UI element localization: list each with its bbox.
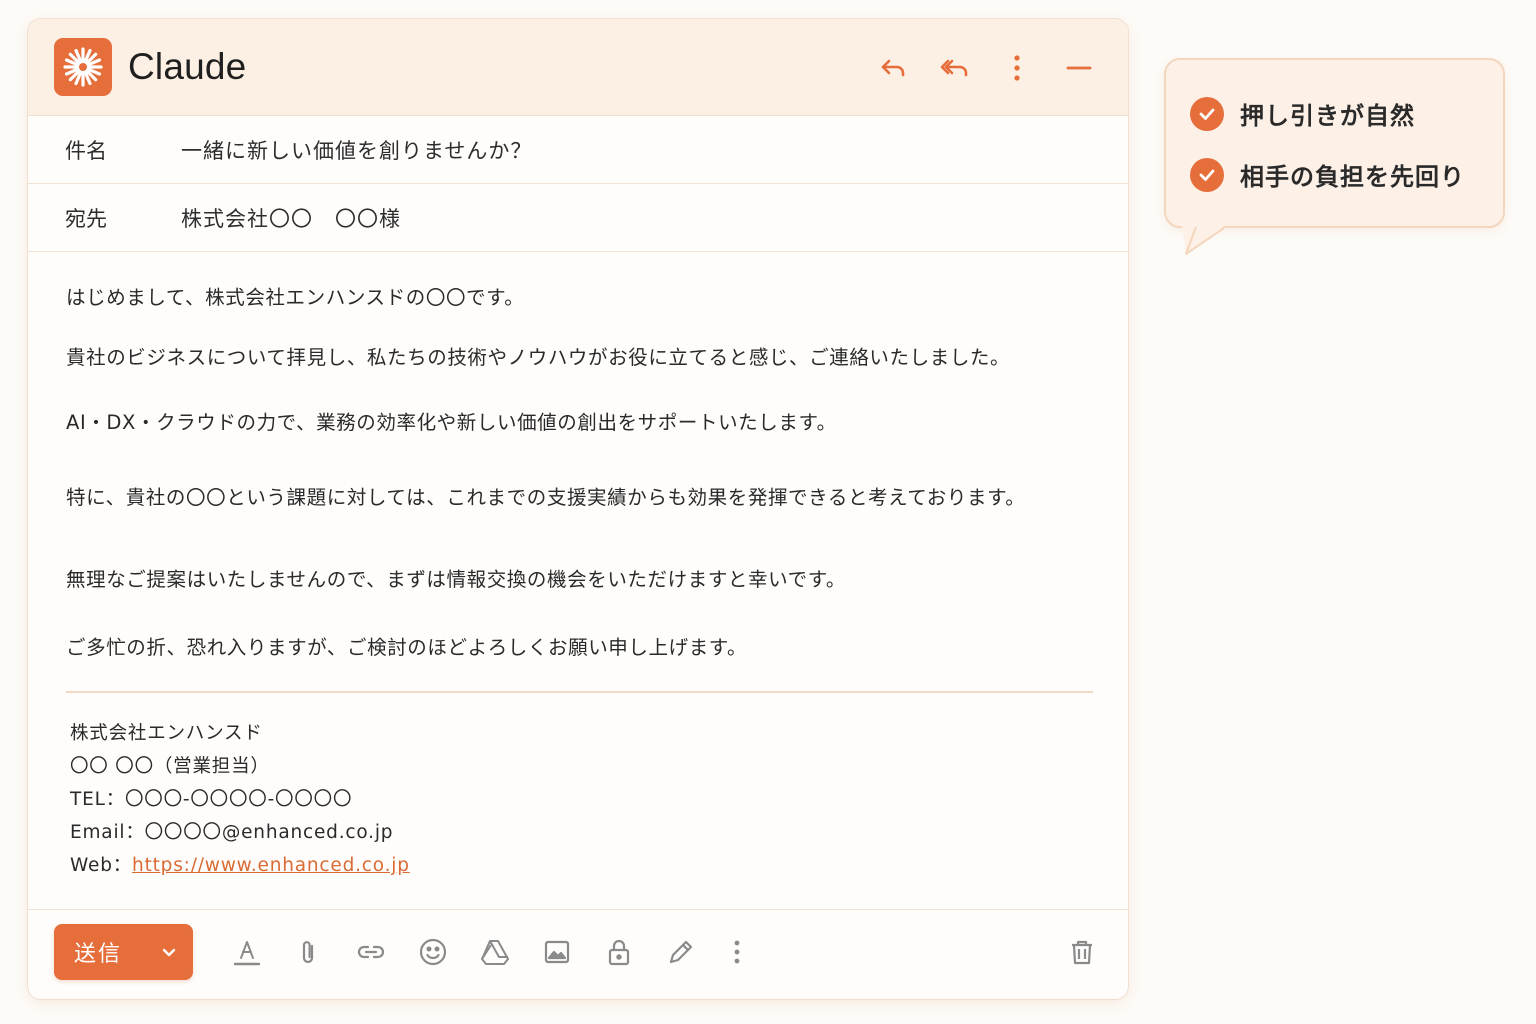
body-line: AI・DX・クラウドの力で、業務の効率化や新しい価値の創出をサポートいたします。: [66, 411, 837, 434]
attachment-icon[interactable]: [291, 934, 327, 970]
more-vertical-icon[interactable]: [998, 49, 1036, 87]
callout-tail: [1182, 226, 1225, 255]
compose-toolbar: 送信: [28, 909, 1128, 999]
subject-label: 件名: [65, 138, 107, 163]
signature-divider: [66, 691, 1093, 693]
signature-tel: TEL：〇〇〇-〇〇〇〇-〇〇〇〇: [70, 789, 353, 810]
signature-web: Web：https://www.enhanced.co.jp: [70, 849, 410, 882]
app-title: Claude: [128, 46, 247, 87]
signature-web-label: Web：: [70, 855, 133, 876]
signature-company: 株式会社エンハンスド: [70, 723, 263, 744]
title-actions: [850, 49, 1098, 87]
image-icon[interactable]: [539, 934, 575, 970]
signature-email: Email：〇〇〇〇@enhanced.co.jp: [70, 822, 394, 843]
subject-row[interactable]: 件名 一緒に新しい価値を創りませんか？: [28, 116, 1128, 184]
callout-text: 押し引きが自然: [1240, 102, 1415, 130]
body-line: はじめまして、株式会社エンハンスドの〇〇です。: [66, 286, 525, 309]
pen-icon[interactable]: [663, 934, 699, 970]
reply-all-icon[interactable]: [936, 49, 974, 87]
link-icon[interactable]: [353, 934, 389, 970]
callout-item: 押し引きが自然: [1190, 96, 1415, 131]
feature-callout: 押し引きが自然 相手の負担を先回り: [1164, 58, 1505, 228]
minimize-icon[interactable]: [1060, 49, 1098, 87]
body-line: 貴社のビジネスについて拝見し、私たちの技術やノウハウがお役に立てると感じ、ご連絡…: [66, 346, 1011, 369]
subject-field[interactable]: 一緒に新しい価値を創りませんか？: [181, 135, 532, 165]
to-row[interactable]: 宛先 株式会社〇〇 〇〇様: [28, 184, 1128, 252]
trash-icon[interactable]: [1064, 934, 1100, 970]
text-format-icon[interactable]: [229, 934, 265, 970]
more-vertical-icon[interactable]: [719, 934, 755, 970]
signature-name: 〇〇 〇〇（営業担当）: [70, 756, 270, 777]
signature: 株式会社エンハンスド 〇〇 〇〇（営業担当） TEL：〇〇〇-〇〇〇〇-〇〇〇〇…: [70, 717, 410, 882]
body-line: 無理なご提案はいたしませんので、まずは情報交換の機会をいただけますと幸いです。: [66, 568, 847, 591]
callout-item: 相手の負担を先回り: [1190, 157, 1465, 192]
title-bar: Claude: [28, 19, 1128, 116]
claude-logo-icon: [54, 38, 112, 96]
chevron-down-icon[interactable]: [159, 942, 179, 968]
website-link[interactable]: https://www.enhanced.co.jp: [132, 855, 410, 876]
body-line: ご多忙の折、恐れ入りますが、ご検討のほどよろしくお願い申し上げます。: [66, 636, 748, 659]
check-circle-icon: [1190, 96, 1224, 131]
drive-icon[interactable]: [477, 934, 513, 970]
email-compose-window: Claude 件名 一緒に新しい価値を創りませんか？ 宛先 株式会社〇〇 〇〇様…: [27, 18, 1129, 1000]
send-button[interactable]: 送信: [54, 924, 193, 980]
to-label: 宛先: [65, 206, 107, 231]
to-field[interactable]: 株式会社〇〇 〇〇様: [181, 203, 401, 233]
send-label: 送信: [74, 942, 123, 967]
check-circle-icon: [1190, 157, 1224, 192]
emoji-icon[interactable]: [415, 934, 451, 970]
body-line: 特に、貴社の〇〇という課題に対しては、これまでの支援実績からも効果を発揮できると…: [66, 486, 1026, 509]
lock-icon[interactable]: [601, 934, 637, 970]
callout-text: 相手の負担を先回り: [1240, 163, 1465, 191]
reply-icon[interactable]: [874, 49, 912, 87]
